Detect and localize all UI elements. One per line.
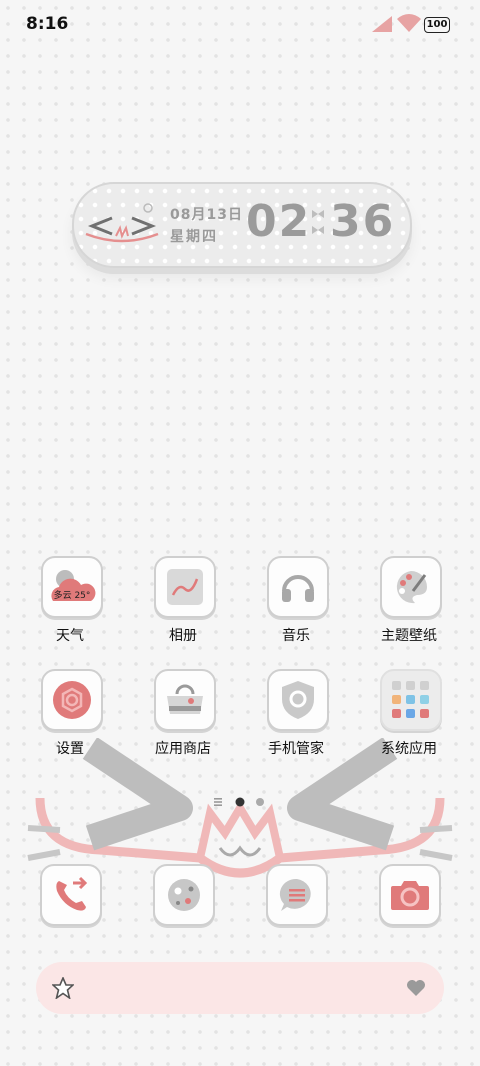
- dock-camera[interactable]: [379, 864, 441, 926]
- app-system-folder[interactable]: 系统应用: [361, 669, 461, 769]
- app-label-settings: 设置: [56, 741, 84, 757]
- dock-messages[interactable]: [266, 864, 328, 926]
- gallery-icon: [154, 556, 216, 618]
- app-label-themes: 主题壁纸: [381, 628, 437, 644]
- app-label-music: 音乐: [282, 628, 310, 644]
- app-settings[interactable]: 设置: [22, 669, 122, 769]
- store-bag-icon: [154, 669, 216, 731]
- browser-icon: [153, 864, 215, 926]
- wifi-icon: [397, 14, 421, 32]
- app-music[interactable]: 音乐: [248, 556, 348, 656]
- app-label-phone-manager: 手机管家: [268, 741, 324, 757]
- shield-icon: [267, 669, 329, 731]
- headphones-icon: [267, 556, 329, 618]
- page-dot-active: [235, 797, 245, 807]
- dock-browser[interactable]: [153, 864, 215, 926]
- bow-separator-icon: [312, 210, 324, 234]
- battery-indicator: 100: [424, 17, 450, 33]
- status-bar: 8:16 100: [0, 0, 480, 50]
- status-time: 8:16: [26, 14, 69, 34]
- app-weather[interactable]: 多云 25° 天气: [22, 556, 122, 656]
- app-label-gallery: 相册: [169, 628, 197, 644]
- widget-weekday: 星期四: [170, 229, 218, 245]
- star-icon: [52, 977, 74, 999]
- signal-icon: [372, 16, 392, 32]
- heart-icon: [407, 980, 425, 996]
- app-phone-manager[interactable]: 手机管家: [248, 669, 348, 769]
- folder-icon: [380, 669, 442, 731]
- app-themes[interactable]: 主题壁纸: [361, 556, 461, 656]
- clock-widget[interactable]: 08月13日 星期四 02 36: [72, 182, 412, 268]
- palette-icon: [380, 556, 442, 618]
- list-page-icon: [214, 798, 222, 806]
- search-bar[interactable]: [36, 962, 444, 1014]
- weather-icon: 多云 25°: [41, 556, 103, 618]
- settings-icon: [41, 669, 103, 731]
- app-gallery[interactable]: 相册: [135, 556, 235, 656]
- app-label-system-folder: 系统应用: [381, 741, 437, 757]
- page-dot: [256, 798, 264, 806]
- app-label-store: 应用商店: [155, 741, 211, 757]
- dock-phone[interactable]: [40, 864, 102, 926]
- app-store[interactable]: 应用商店: [135, 669, 235, 769]
- camera-icon: [379, 864, 441, 926]
- page-indicator[interactable]: [212, 796, 268, 808]
- messages-icon: [266, 864, 328, 926]
- weather-text: 多云 25°: [54, 589, 91, 601]
- widget-date: 08月13日: [170, 207, 243, 223]
- widget-hour: 02: [246, 196, 312, 247]
- phone-icon: [40, 864, 102, 926]
- cat-face-icon: [85, 203, 159, 243]
- app-label-weather: 天气: [56, 628, 84, 644]
- widget-minute: 36: [330, 196, 396, 247]
